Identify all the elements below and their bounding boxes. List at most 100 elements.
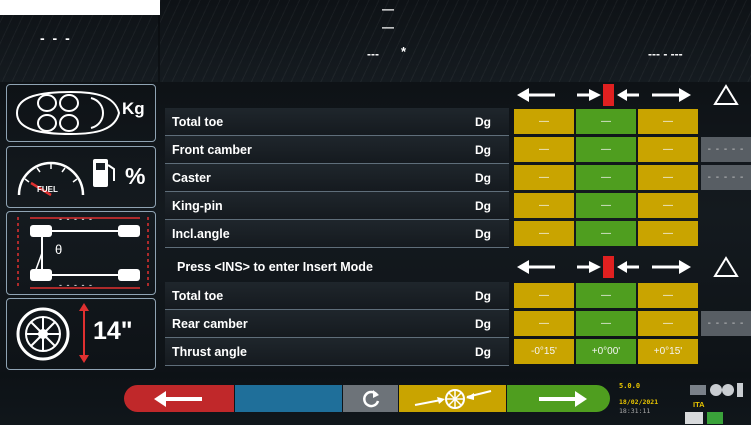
tolerance-min-cell[interactable]: —	[514, 165, 574, 190]
table-row-background	[165, 164, 509, 192]
measurement-label: Thrust angle	[172, 345, 248, 359]
top-left-value: - - -	[40, 30, 72, 46]
front-axle-table: Total toe Dg — — — Front camber Dg — — — - - - - -…	[165, 108, 751, 250]
tolerance-min-cell[interactable]: —	[514, 137, 574, 162]
actual-value-cell[interactable]: +0°00'	[576, 339, 636, 364]
wheel-runout-button[interactable]	[399, 385, 506, 412]
tolerance-max-cell[interactable]: +0°15'	[638, 339, 698, 364]
secondary-value-cell[interactable]: - - - - -	[701, 165, 751, 190]
tolerance-min-cell[interactable]: —	[514, 109, 574, 134]
rim-size: 14"	[93, 317, 133, 345]
arrow-left-icon	[154, 391, 202, 407]
actual-value-cell[interactable]: —	[576, 311, 636, 336]
wheel-sensors-icon	[690, 383, 743, 397]
alignment-values-area: Total toe Dg — — — Front camber Dg — — — - - - - -…	[165, 82, 751, 372]
measurement-unit: Dg	[475, 199, 491, 213]
measurement-label: Total toe	[172, 289, 224, 303]
tolerance-min-cell[interactable]: —	[514, 221, 574, 246]
fuel-pump-icon	[93, 159, 115, 187]
actual-value-cell[interactable]: —	[576, 137, 636, 162]
actual-value-cell[interactable]: —	[576, 109, 636, 134]
forward-button[interactable]	[507, 385, 610, 412]
table-row: Rear camber Dg — — — - - - - -	[165, 310, 751, 338]
fuel-gauge-icon	[17, 161, 85, 197]
table-row: Front camber Dg — — — - - - - -	[165, 136, 751, 164]
top-center-value: ---	[367, 47, 379, 61]
bottom-command-bar: 5.0.0 18/02/2021 18:31:11 ITA	[0, 372, 751, 425]
fuel-label: FUEL	[37, 185, 58, 194]
tolerance-max-cell[interactable]: —	[638, 137, 698, 162]
tolerance-max-cell[interactable]: —	[638, 109, 698, 134]
tolerance-max-cell[interactable]: —	[638, 193, 698, 218]
measurement-label: Total toe	[172, 115, 224, 129]
table-row: Incl.angle Dg — — —	[165, 220, 751, 248]
actual-value-cell[interactable]: —	[576, 283, 636, 308]
top-center-dash-1: —	[382, 2, 396, 16]
top-right-value: --- - ---	[648, 47, 683, 61]
empty-function-slot[interactable]	[235, 385, 342, 412]
secondary-value-cell[interactable]: - - - - -	[701, 137, 751, 162]
actual-value-cell[interactable]: —	[576, 193, 636, 218]
measurement-unit: Dg	[475, 227, 491, 241]
language-indicator[interactable]: ITA	[693, 400, 705, 409]
table-row: Thrust angle Dg -0°15' +0°00' +0°15'	[165, 338, 751, 366]
software-version: 5.0.0	[619, 382, 641, 390]
table-row: Caster Dg — — — - - - - -	[165, 164, 751, 192]
measurement-unit: Dg	[475, 143, 491, 157]
load-unit: Kg	[122, 99, 145, 118]
measurement-label: Front camber	[172, 143, 252, 157]
status-date: 18/02/2021	[619, 398, 659, 406]
wheel-rim-icon	[16, 307, 70, 361]
measurement-label: King-pin	[172, 199, 223, 213]
status-time: 18:31:11	[619, 407, 651, 415]
rim-size-arrow-icon	[79, 303, 89, 363]
tolerance-min-cell[interactable]: -0°15'	[514, 339, 574, 364]
wheel-runout-icon	[414, 389, 492, 409]
toe-direction-arrows-icon	[517, 84, 691, 106]
front-direction-header	[165, 82, 751, 108]
vehicle-info-sidebar: Kg FUEL % - - - - - - - - - - θ 14"	[0, 82, 160, 372]
tolerance-min-cell[interactable]: —	[514, 283, 574, 308]
track-dashes-top: - - - - -	[59, 214, 93, 224]
measurement-unit: Dg	[475, 115, 491, 129]
track-dashes-bottom: - - - - -	[59, 280, 93, 290]
vehicle-seats-icon	[15, 90, 121, 136]
measurement-unit: Dg	[475, 289, 491, 303]
tolerance-max-cell[interactable]: —	[638, 221, 698, 246]
rear-direction-header: Press <INS> to enter Insert Mode	[165, 254, 751, 280]
rim-size-panel[interactable]: 14"	[6, 298, 156, 370]
tolerance-min-cell[interactable]: —	[514, 311, 574, 336]
rear-warning-triangle-icon[interactable]	[713, 256, 739, 278]
load-panel[interactable]: Kg	[6, 84, 156, 142]
arrow-right-icon	[539, 391, 587, 407]
actual-value-cell[interactable]: —	[576, 165, 636, 190]
measurement-label: Rear camber	[172, 317, 248, 331]
tolerance-max-cell[interactable]: —	[638, 311, 698, 336]
table-row: King-pin Dg — — —	[165, 192, 751, 220]
tolerance-max-cell[interactable]: —	[638, 283, 698, 308]
tolerance-max-cell[interactable]: —	[638, 165, 698, 190]
window-tab-strip	[0, 0, 160, 15]
table-row: Total toe Dg — — —	[165, 108, 751, 136]
secondary-value-cell[interactable]: - - - - -	[701, 311, 751, 336]
measurement-label: Incl.angle	[172, 227, 230, 241]
top-right-panel: — — --- * --- - ---	[160, 0, 751, 82]
measurement-unit: Dg	[475, 345, 491, 359]
refresh-icon	[363, 390, 380, 408]
refresh-button[interactable]	[343, 385, 398, 412]
back-button[interactable]	[124, 385, 234, 412]
theta-symbol: θ	[55, 242, 63, 257]
rear-toe-direction-arrows-icon	[517, 256, 691, 278]
actual-value-cell[interactable]: —	[576, 221, 636, 246]
top-center-dash-2: —	[382, 20, 396, 34]
front-warning-triangle-icon[interactable]	[713, 84, 739, 106]
fuel-panel[interactable]: FUEL %	[6, 146, 156, 208]
fuel-unit: %	[125, 163, 146, 189]
track-geometry-panel[interactable]: - - - - - - - - - - θ	[6, 211, 156, 295]
tolerance-min-cell[interactable]: —	[514, 193, 574, 218]
top-readout-bar: - - - — — --- * --- - ---	[0, 0, 751, 82]
connection-status-icons	[685, 412, 723, 424]
measurement-label: Caster	[172, 171, 211, 185]
measurement-unit: Dg	[475, 171, 491, 185]
table-row: Total toe Dg — — —	[165, 282, 751, 310]
